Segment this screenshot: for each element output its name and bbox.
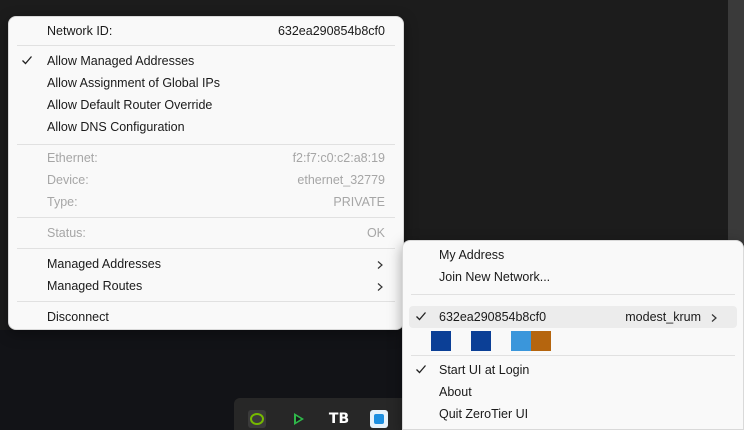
menu-item-label: Quit ZeroTier UI bbox=[439, 407, 529, 421]
network-context-menu: Network ID: 632ea290854b8cf0 Allow Manag… bbox=[8, 16, 404, 330]
disconnect-item[interactable]: Disconnect bbox=[9, 306, 403, 328]
tb-icon[interactable]: TB bbox=[329, 410, 349, 428]
menu-item-label: Managed Addresses bbox=[47, 257, 161, 271]
divider bbox=[17, 144, 395, 145]
type-label: Type: bbox=[47, 195, 78, 209]
divider bbox=[411, 355, 735, 356]
desktop-background-right bbox=[728, 0, 744, 244]
menu-item-label: My Address bbox=[439, 248, 505, 262]
menu-item-label: Start UI at Login bbox=[439, 363, 530, 377]
device-row: Device: ethernet_32779 bbox=[9, 169, 403, 191]
menu-item-label: Allow Managed Addresses bbox=[47, 54, 195, 68]
allow-managed-addresses-item[interactable]: Allow Managed Addresses bbox=[9, 50, 403, 72]
network-id-value: 632ea290854b8cf0 bbox=[277, 24, 385, 38]
network-item[interactable]: 632ea290854b8cf0 modest_krum bbox=[409, 306, 737, 328]
join-network-item[interactable]: Join New Network... bbox=[403, 266, 743, 288]
nvidia-icon[interactable] bbox=[248, 410, 266, 428]
status-value: OK bbox=[366, 226, 385, 240]
divider bbox=[17, 45, 395, 46]
type-value: PRIVATE bbox=[333, 195, 385, 209]
device-value: ethernet_32779 bbox=[297, 173, 385, 187]
menu-item-label: Allow Assignment of Global IPs bbox=[47, 76, 220, 90]
color-swatch bbox=[431, 331, 451, 351]
managed-routes-submenu[interactable]: Managed Routes bbox=[9, 275, 403, 297]
disconnect-label: Disconnect bbox=[47, 310, 109, 324]
checkmark-icon bbox=[415, 310, 427, 322]
allow-global-ips-item[interactable]: Allow Assignment of Global IPs bbox=[9, 72, 403, 94]
zerotier-icon[interactable] bbox=[370, 410, 388, 428]
chevron-right-icon bbox=[375, 259, 385, 269]
play-icon[interactable] bbox=[290, 410, 308, 428]
ethernet-value: f2:f7:c0:c2:a8:19 bbox=[292, 151, 385, 165]
allow-default-router-item[interactable]: Allow Default Router Override bbox=[9, 94, 403, 116]
menu-item-label: Allow Default Router Override bbox=[47, 98, 213, 112]
about-item[interactable]: About bbox=[403, 381, 743, 403]
chevron-right-icon bbox=[709, 312, 719, 322]
color-swatch bbox=[531, 331, 551, 351]
color-swatch bbox=[471, 331, 491, 351]
network-id-label: Network ID: bbox=[47, 24, 113, 38]
type-row: Type: PRIVATE bbox=[9, 191, 403, 213]
menu-item-label: About bbox=[439, 385, 472, 399]
divider bbox=[17, 217, 395, 218]
divider bbox=[411, 294, 735, 295]
allow-dns-item[interactable]: Allow DNS Configuration bbox=[9, 116, 403, 138]
menu-item-label: Managed Routes bbox=[47, 279, 143, 293]
taskbar-tray: TB bbox=[234, 398, 414, 430]
color-swatch bbox=[511, 331, 531, 351]
network-id-row: Network ID: 632ea290854b8cf0 bbox=[9, 20, 403, 42]
network-name-text: modest_krum bbox=[625, 310, 701, 324]
zerotier-tray-menu: My Address Join New Network... 632ea2908… bbox=[402, 240, 744, 430]
managed-addresses-submenu[interactable]: Managed Addresses bbox=[9, 253, 403, 275]
menu-item-label: Allow DNS Configuration bbox=[47, 120, 185, 134]
quit-item[interactable]: Quit ZeroTier UI bbox=[403, 403, 743, 425]
network-id-text: 632ea290854b8cf0 bbox=[439, 310, 547, 324]
divider bbox=[17, 248, 395, 249]
menu-item-label: Join New Network... bbox=[439, 270, 551, 284]
status-row: Status: OK bbox=[9, 222, 403, 244]
ethernet-row: Ethernet: f2:f7:c0:c2:a8:19 bbox=[9, 147, 403, 169]
chevron-right-icon bbox=[375, 281, 385, 291]
checkmark-icon bbox=[415, 363, 427, 375]
my-address-item[interactable]: My Address bbox=[403, 244, 743, 266]
checkmark-icon bbox=[21, 54, 33, 66]
divider bbox=[17, 301, 395, 302]
start-ui-at-login-item[interactable]: Start UI at Login bbox=[403, 359, 743, 381]
status-label: Status: bbox=[47, 226, 86, 240]
device-label: Device: bbox=[47, 173, 89, 187]
ethernet-label: Ethernet: bbox=[47, 151, 98, 165]
